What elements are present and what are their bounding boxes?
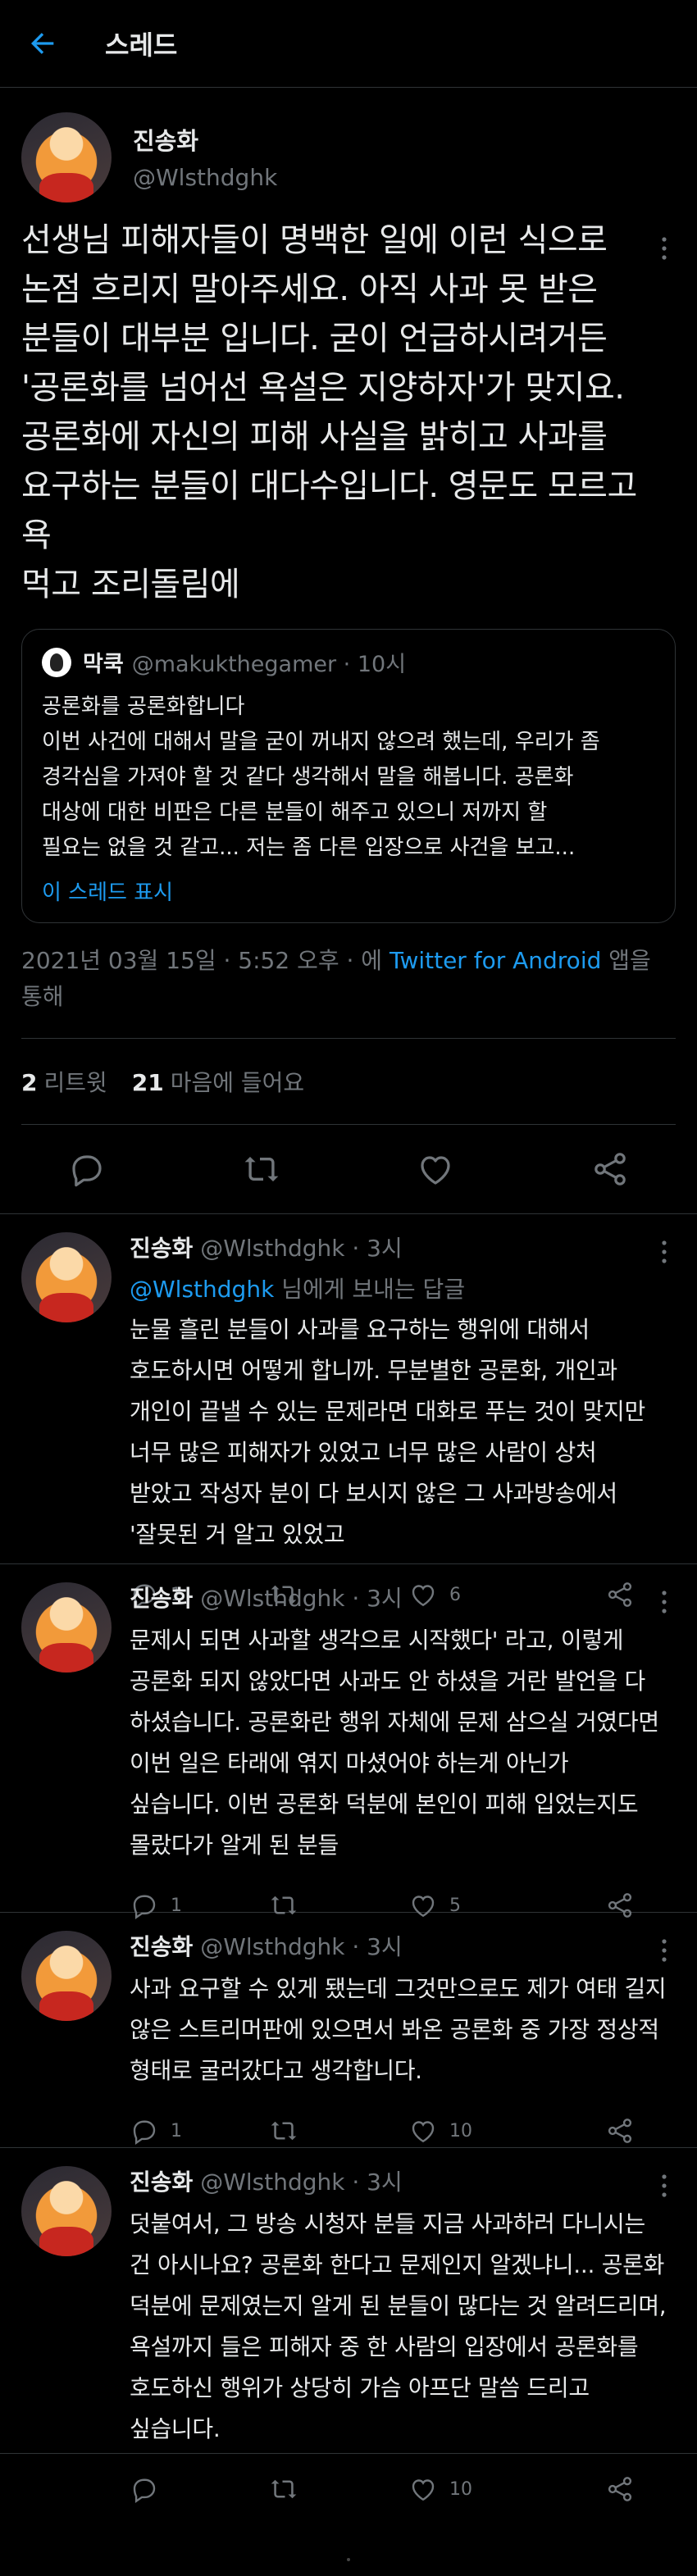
more-options-button[interactable]: [659, 1589, 669, 1618]
tweet-stats: 2 리트윗 21 마음에 들어요: [21, 1038, 676, 1125]
like-count: 10: [449, 2478, 472, 2500]
reply-meta: @Wlsthdghk · 3시: [200, 1933, 403, 1960]
reply-meta: @Wlsthdghk · 3시: [200, 1585, 403, 1612]
main-tweet: 진송화 @Wlsthdghk 선생님 피해자들이 명백한 일에 이런 식으로 논…: [0, 88, 697, 1015]
timestamp-date: 2021년 03월 15일 · 5:52 오후 · 에: [21, 947, 390, 974]
reply-text: 덧붙여서, 그 방송 시청자 분들 지금 사과하러 다니시는 건 아시나요? 공…: [130, 2210, 667, 2442]
reply-icon: [133, 2120, 156, 2145]
share-icon[interactable]: [605, 2116, 635, 2146]
like-heart-icon: [412, 2121, 435, 2143]
retweets-label: 리트윗: [43, 1069, 107, 1096]
scroll-indicator: [347, 2558, 350, 2561]
replying-to-handle[interactable]: @Wlsthdghk: [130, 1276, 274, 1303]
reply-icon: [133, 2478, 156, 2503]
share-icon[interactable]: [590, 1149, 630, 1189]
likes-label: 마음에 들어요: [170, 1069, 305, 1096]
arrow-left-icon: [31, 33, 54, 54]
quoted-text: 공론화를 공론화합니다 이번 사건에 대해서 말을 굳이 꺼내지 않으려 했는데…: [42, 694, 600, 860]
likes-stat[interactable]: 21 마음에 들어요: [132, 1065, 304, 1098]
reply-tweet[interactable]: 진송화 @Wlsthdghk · 3시 덧붙여서, 그 방송 시청자 분들 지금…: [0, 2148, 697, 2503]
reply-meta: @Wlsthdghk · 3시: [200, 2169, 403, 2196]
like-heart-icon[interactable]: [416, 1149, 455, 1189]
page-title: 스레드: [105, 30, 178, 61]
retweet-icon[interactable]: [242, 1149, 281, 1189]
author-name[interactable]: 진송화: [133, 125, 277, 157]
source-link[interactable]: Twitter for Android: [390, 947, 601, 974]
more-options-button[interactable]: [659, 235, 669, 265]
replying-to-suffix: 님에게 보내는 답글: [274, 1276, 466, 1303]
more-options-button[interactable]: [659, 1239, 669, 1268]
retweet-icon: [271, 2121, 297, 2141]
more-options-button[interactable]: [659, 1937, 669, 1967]
retweets-count: 2: [21, 1069, 38, 1096]
tweet-timestamp: 2021년 03월 15일 · 5:52 오후 · 에 Twitter for …: [21, 943, 676, 1015]
reply-meta: @Wlsthdghk · 3시: [200, 1235, 403, 1262]
reply-text: 눈물 흘린 분들이 사과를 요구하는 행위에 대해서 호도하시면 어떻게 합니까…: [130, 1316, 645, 1548]
more-vertical-icon: [662, 1591, 667, 1613]
avatar[interactable]: [21, 2166, 112, 2256]
more-vertical-icon: [662, 2174, 667, 2197]
reply-author-name[interactable]: 진송화: [130, 1933, 193, 1960]
avatar[interactable]: [21, 1232, 112, 1322]
more-vertical-icon: [662, 237, 667, 260]
avatar[interactable]: [21, 1582, 112, 1673]
retweet-button[interactable]: [269, 2474, 408, 2504]
like-button[interactable]: 10: [408, 2116, 548, 2146]
reply-count: 1: [171, 2120, 182, 2141]
tweet-action-bar: [0, 1125, 697, 1214]
quoted-tweet[interactable]: 막쿡 @makukthegamer · 10시 공론화를 공론화합니다 이번 사…: [21, 629, 676, 923]
retweet-icon: [271, 2479, 297, 2499]
retweet-button[interactable]: [269, 2116, 408, 2146]
retweets-stat[interactable]: 2 리트윗: [21, 1065, 107, 1098]
reply-tweet[interactable]: 진송화 @Wlsthdghk · 3시 문제시 되면 사과할 생각으로 시작했다…: [0, 1564, 697, 1919]
quoted-author-name: 막쿡: [83, 652, 124, 677]
reply-button[interactable]: 1: [130, 2116, 269, 2146]
reply-text: 사과 요구할 수 있게 됐는데 그것만으로도 제가 여태 길지 않은 스트리머판…: [130, 1975, 667, 2084]
likes-count: 21: [131, 1069, 164, 1096]
reply-author-name[interactable]: 진송화: [130, 2169, 193, 2196]
avatar[interactable]: [21, 1931, 112, 2021]
reply-action-bar: 10: [130, 2456, 676, 2522]
reply-button[interactable]: [130, 2474, 269, 2504]
reply-icon[interactable]: [67, 1149, 107, 1189]
top-bar: 스레드: [0, 0, 697, 88]
quoted-author-handle: @makukthegamer · 10시: [131, 652, 407, 677]
quoted-avatar: [42, 647, 71, 677]
reply-tweet[interactable]: 진송화 @Wlsthdghk · 3시 @Wlsthdghk 님에게 보내는 답…: [0, 1214, 697, 1609]
tweet-text: 선생님 피해자들이 명백한 일에 이런 식으로 논점 흐리지 말아주세요. 아직…: [21, 221, 637, 603]
more-vertical-icon: [662, 1240, 667, 1263]
avatar[interactable]: [21, 112, 112, 203]
back-button[interactable]: [18, 19, 67, 68]
share-icon[interactable]: [605, 2474, 635, 2504]
like-count: 10: [449, 2120, 472, 2141]
more-vertical-icon: [662, 1939, 667, 1962]
reply-author-name[interactable]: 진송화: [130, 1235, 193, 1262]
show-thread-link[interactable]: 이 스레드 표시: [42, 876, 655, 906]
like-button[interactable]: 10: [408, 2474, 548, 2504]
reply-author-name[interactable]: 진송화: [130, 1585, 193, 1612]
replying-to: @Wlsthdghk 님에게 보내는 답글: [130, 1272, 676, 1304]
reply-tweet[interactable]: 진송화 @Wlsthdghk · 3시 사과 요구할 수 있게 됐는데 그것만으…: [0, 1913, 697, 2148]
like-heart-icon: [412, 2479, 435, 2501]
author-handle[interactable]: @Wlsthdghk: [133, 164, 277, 191]
more-options-button[interactable]: [659, 2173, 669, 2202]
reply-text: 문제시 되면 사과할 생각으로 시작했다' 라고, 이렇게 공론화 되지 않았다…: [130, 1627, 659, 1859]
tweet-author[interactable]: 진송화 @Wlsthdghk: [21, 88, 676, 203]
